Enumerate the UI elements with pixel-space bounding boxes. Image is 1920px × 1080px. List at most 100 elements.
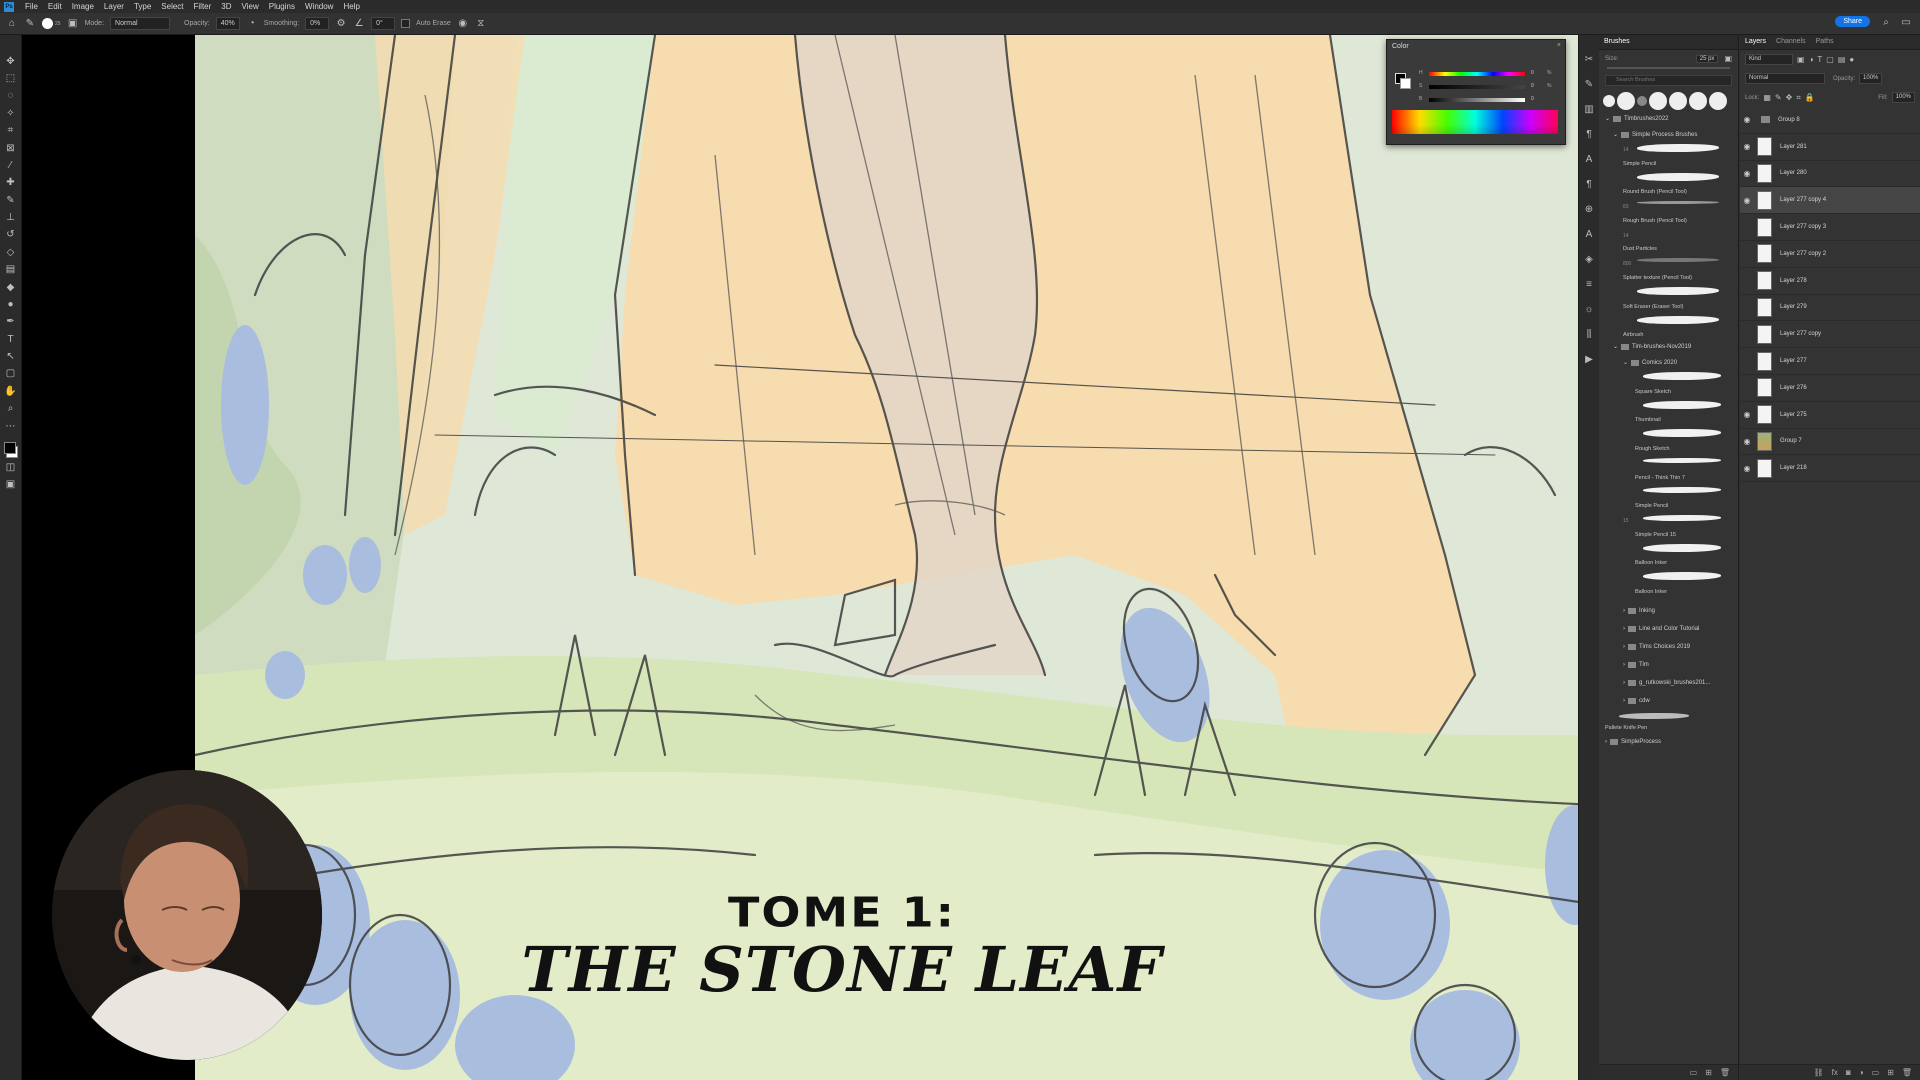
new-group-icon[interactable]: ▭ bbox=[1872, 1068, 1880, 1077]
adjustment-layer-icon[interactable]: ◑ bbox=[1859, 1068, 1864, 1077]
properties-panel-icon[interactable]: ≡ bbox=[1582, 278, 1596, 292]
brush-entry[interactable]: Thumbnail bbox=[1599, 398, 1738, 427]
brush-entry[interactable]: Square Sketch bbox=[1599, 369, 1738, 398]
new-brush-icon[interactable]: ⊞ bbox=[1705, 1068, 1712, 1077]
more-tools-icon[interactable]: ⋯ bbox=[4, 420, 18, 434]
auto-erase-checkbox[interactable] bbox=[401, 19, 411, 28]
brush-entry[interactable]: Soft Eraser (Eraser Tool) bbox=[1599, 284, 1738, 313]
paragraph-panel-icon[interactable]: ¶ bbox=[1582, 128, 1596, 142]
layer-row[interactable]: Layer 276 bbox=[1740, 375, 1920, 402]
brush-folder-line-and-color[interactable]: › Line and Color Tutorial bbox=[1599, 620, 1738, 638]
clone-source-panel-icon[interactable]: ⊕ bbox=[1582, 203, 1596, 217]
hue-slider[interactable] bbox=[1429, 72, 1525, 76]
lock-pixels-icon[interactable]: ✎ bbox=[1775, 93, 1782, 102]
color-spectrum[interactable] bbox=[1392, 110, 1558, 134]
menu-3d[interactable]: 3D bbox=[216, 0, 236, 13]
brush-entry[interactable]: Round Brush (Pencil Tool) bbox=[1599, 170, 1738, 199]
new-group-icon[interactable]: ▭ bbox=[1690, 1068, 1698, 1077]
color-panel[interactable]: Color × H 0 S 0 B 0 % % bbox=[1386, 39, 1566, 145]
eye-icon[interactable]: ◉ bbox=[1740, 115, 1754, 124]
brush-preset-picker[interactable] bbox=[42, 18, 53, 29]
trash-icon[interactable]: 🗑 bbox=[1902, 1068, 1912, 1077]
eye-icon[interactable]: ◉ bbox=[1740, 142, 1754, 151]
brush-size-field[interactable]: 25 px bbox=[1695, 54, 1719, 63]
filter-shape-icon[interactable]: ▢ bbox=[1826, 55, 1834, 64]
lock-artboard-icon[interactable]: ⌗ bbox=[1796, 93, 1801, 103]
brush-entry[interactable]: Rough Sketch bbox=[1599, 426, 1738, 455]
character-panel-icon[interactable]: A bbox=[1582, 153, 1596, 167]
lock-position-icon[interactable]: ✥ bbox=[1786, 93, 1793, 102]
brush-settings-icon[interactable]: ▣ bbox=[67, 18, 79, 30]
recent-brush-5[interactable] bbox=[1669, 92, 1687, 110]
brush-group-tim-brushes-nov2019[interactable]: ⌄ Tim-brushes-Nov2019 bbox=[1599, 341, 1738, 353]
hue-value[interactable]: 0 bbox=[1531, 70, 1534, 76]
recent-brush-3[interactable] bbox=[1637, 96, 1647, 106]
history-brush-tool-icon[interactable]: ↺ bbox=[4, 228, 18, 242]
foreground-background-swatch[interactable] bbox=[3, 441, 19, 459]
layer-row[interactable]: ◉ Layer 218 bbox=[1740, 455, 1920, 483]
recent-brush-2[interactable] bbox=[1617, 92, 1635, 110]
quick-mask-icon[interactable]: ◫ bbox=[4, 461, 18, 475]
brush-entry[interactable]: Balloon Inker bbox=[1599, 569, 1738, 598]
marquee-tool-icon[interactable]: ⬚ bbox=[4, 72, 18, 86]
brush-entry[interactable]: 14 Dust Particles bbox=[1599, 227, 1738, 256]
angle-field[interactable]: 0° bbox=[371, 17, 396, 30]
fill-field[interactable]: 100% bbox=[1891, 92, 1915, 103]
libraries-panel-icon[interactable]: ⫼ bbox=[1582, 328, 1596, 342]
pressure-opacity-icon[interactable]: ◔ bbox=[246, 18, 258, 30]
menu-filter[interactable]: Filter bbox=[189, 0, 217, 13]
layer-row[interactable]: ◉ Layer 275 bbox=[1740, 402, 1920, 429]
recent-brush-1[interactable] bbox=[1603, 95, 1615, 107]
brush-search-input[interactable]: Search Brushes bbox=[1605, 75, 1732, 86]
menu-edit[interactable]: Edit bbox=[43, 0, 67, 13]
layer-row[interactable]: Layer 277 copy 3 bbox=[1740, 214, 1920, 241]
filter-toggle-icon[interactable]: ● bbox=[1849, 55, 1854, 64]
brush-entry[interactable]: 15 Simple Pencil 15 bbox=[1599, 512, 1738, 541]
brush-entry[interactable]: Airbrush bbox=[1599, 313, 1738, 342]
saturation-value[interactable]: 0 bbox=[1531, 83, 1534, 89]
hand-tool-icon[interactable]: ✋ bbox=[4, 385, 18, 399]
brush-group-timbrushes2022[interactable]: ⌄ Timbrushes2022 bbox=[1599, 113, 1738, 125]
opacity-field[interactable]: 40% bbox=[215, 17, 240, 30]
crop-tool-icon[interactable]: ⌗ bbox=[4, 124, 18, 138]
actions-panel-icon[interactable]: ▶ bbox=[1582, 353, 1596, 367]
glyphs-panel-icon[interactable]: ¶ bbox=[1582, 178, 1596, 192]
layer-style-icon[interactable]: fx bbox=[1832, 1068, 1838, 1077]
path-select-tool-icon[interactable]: ↖ bbox=[4, 350, 18, 364]
brush-folder-inking[interactable]: › Inking bbox=[1599, 602, 1738, 620]
move-tool-icon[interactable]: ✥ bbox=[4, 55, 18, 69]
layer-row[interactable]: ◉ Layer 281 bbox=[1740, 134, 1920, 161]
mode-select[interactable]: Normal bbox=[110, 17, 171, 30]
layer-row[interactable]: ◉ Group 7 bbox=[1740, 429, 1920, 456]
brush-subgroup-simple-process[interactable]: ⌄ Simple Process Brushes bbox=[1599, 129, 1738, 141]
layer-row[interactable]: Layer 277 bbox=[1740, 348, 1920, 375]
menu-file[interactable]: File bbox=[20, 0, 43, 13]
dodge-tool-icon[interactable]: ● bbox=[4, 298, 18, 312]
filter-type-icon[interactable]: T bbox=[1817, 55, 1822, 64]
lock-all-icon[interactable]: 🔒 bbox=[1805, 93, 1815, 102]
workspace-icon[interactable]: ▭ bbox=[1900, 17, 1912, 29]
recent-brush-4[interactable] bbox=[1649, 92, 1667, 110]
brush-folder-rutkowski[interactable]: › g_rutkowski_brushes201... bbox=[1599, 674, 1738, 692]
stamp-tool-icon[interactable]: ⊥ bbox=[4, 211, 18, 225]
eye-icon[interactable]: ◉ bbox=[1740, 169, 1754, 178]
layer-row[interactable]: ◉ Layer 277 copy 4 bbox=[1740, 187, 1920, 215]
menu-help[interactable]: Help bbox=[338, 0, 364, 13]
color-background-swatch[interactable] bbox=[1400, 78, 1411, 89]
adjustments-panel-icon[interactable]: ☼ bbox=[1582, 303, 1596, 317]
menu-image[interactable]: Image bbox=[67, 0, 99, 13]
brush-entry[interactable]: Pencil - Think Thin 7 bbox=[1599, 455, 1738, 484]
brush-group-simpleprocess[interactable]: › SimpleProcess bbox=[1599, 736, 1738, 748]
recent-brush-6[interactable] bbox=[1689, 92, 1707, 110]
pencil-tool-preset-icon[interactable]: ✎ bbox=[24, 18, 36, 30]
menu-select[interactable]: Select bbox=[156, 0, 188, 13]
layer-opacity-field[interactable]: 100% bbox=[1859, 73, 1883, 84]
gear-icon[interactable]: ⚙ bbox=[335, 18, 347, 30]
recent-brush-7[interactable] bbox=[1709, 92, 1727, 110]
menu-layer[interactable]: Layer bbox=[99, 0, 129, 13]
menu-window[interactable]: Window bbox=[300, 0, 338, 13]
menu-view[interactable]: View bbox=[237, 0, 264, 13]
brightness-value[interactable]: 0 bbox=[1531, 96, 1534, 102]
zoom-tool-icon[interactable]: ⌕ bbox=[4, 402, 18, 416]
layer-row[interactable]: ◉ Group 8 bbox=[1740, 107, 1920, 134]
